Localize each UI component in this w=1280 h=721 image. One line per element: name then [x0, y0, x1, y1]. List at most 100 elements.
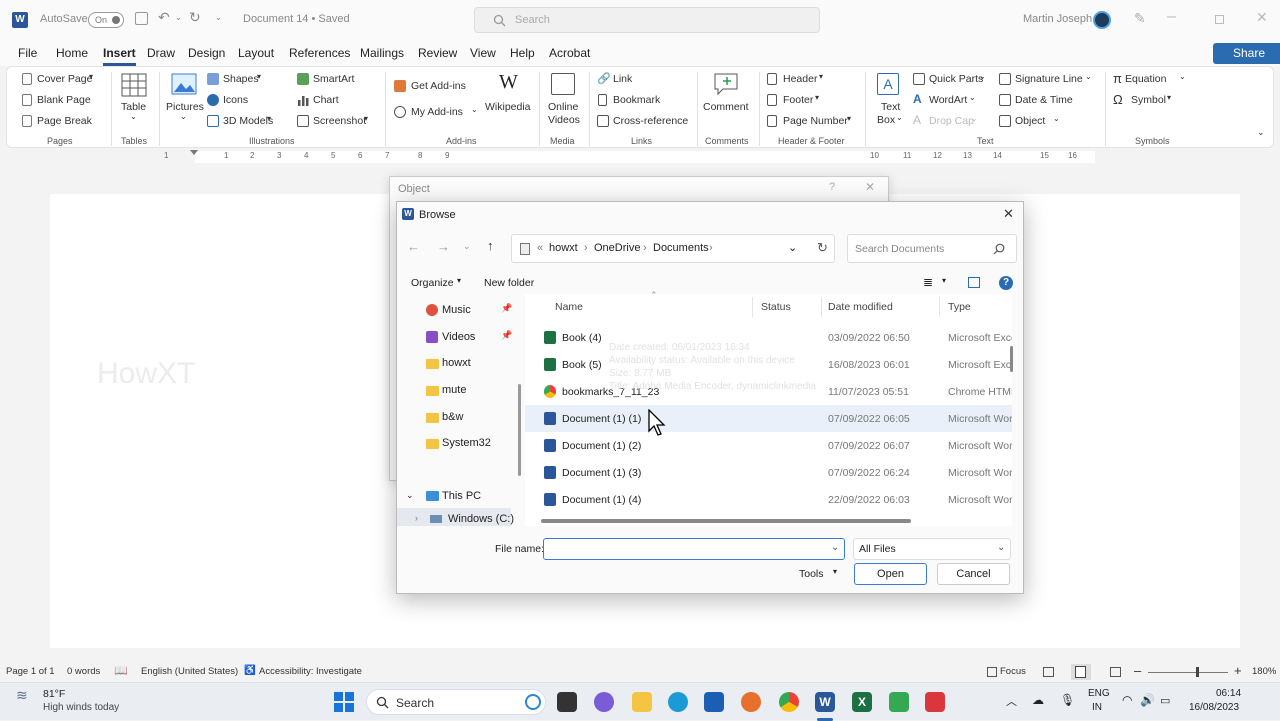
zoom-level[interactable]: 180% [1252, 666, 1276, 677]
table-row[interactable]: Document (1) (2) 07/09/2022 06:07 Micros… [525, 432, 1012, 459]
breadcrumb-overflow[interactable]: « [537, 242, 543, 254]
chevron-down-icon[interactable]: ⌄ [969, 93, 976, 102]
undo-icon[interactable]: ↶ [158, 9, 170, 26]
tab-insert[interactable]: Insert [103, 46, 136, 66]
nav-item-howxt[interactable]: howxt [442, 357, 471, 369]
nav-item-music[interactable]: Music [442, 304, 471, 316]
focus-button[interactable]: Focus [1000, 666, 1026, 677]
object-button[interactable]: Object [1015, 115, 1045, 127]
bookmark-button[interactable]: Bookmark [613, 94, 660, 106]
column-header-date-modified[interactable]: Date modified [828, 301, 893, 313]
chevron-down-icon[interactable]: ▾ [833, 567, 837, 576]
symbol-button[interactable]: Symbol [1131, 94, 1166, 106]
new-folder-button[interactable]: New folder [484, 277, 534, 289]
page-number-button[interactable]: Page Number [783, 115, 848, 127]
text-box-label-1[interactable]: Text [881, 101, 900, 113]
chrome-icon[interactable] [779, 692, 799, 712]
teams-chat-icon[interactable] [594, 692, 614, 712]
nav-item-this-pc[interactable]: This PC [442, 490, 481, 502]
clock-date[interactable]: 16/08/2023 [1189, 702, 1239, 713]
open-button[interactable]: Open [854, 563, 927, 585]
nav-item-bw[interactable]: b&w [442, 411, 463, 423]
chevron-down-icon[interactable]: ▾ [942, 276, 946, 285]
chevron-down-icon[interactable]: ⌄ [1053, 114, 1060, 123]
chevron-down-icon[interactable]: ⌄ [979, 72, 986, 81]
chevron-down-icon[interactable]: ▾ [267, 114, 271, 123]
print-layout-icon[interactable] [1075, 666, 1086, 678]
word-count[interactable]: 0 words [67, 666, 100, 677]
undo-dropdown-icon[interactable]: ⌄ [175, 13, 182, 22]
tools-button[interactable]: Tools [799, 568, 824, 580]
tab-help[interactable]: Help [510, 46, 535, 60]
tab-references[interactable]: References [289, 46, 350, 60]
forward-arrow-icon[interactable]: → [437, 239, 450, 254]
pen-icon[interactable]: ✎ [1134, 10, 1146, 27]
tab-layout[interactable]: Layout [238, 46, 274, 60]
document-title[interactable]: Document 14 • Saved [243, 13, 350, 25]
show-hidden-icons[interactable]: ︿ [1006, 693, 1017, 709]
table-row[interactable]: Book (4) 03/09/2022 06:50 Microsoft Exce [525, 324, 1012, 351]
microphone-icon[interactable]: 🎙 [1060, 693, 1075, 707]
expand-arrow-icon[interactable]: › [415, 513, 418, 523]
blank-page-button[interactable]: Blank Page [37, 94, 91, 106]
address-bar[interactable]: « howxt › OneDrive › Documents › ⌄ ↻ [511, 234, 835, 263]
organize-button[interactable]: Organize [411, 277, 454, 289]
chevron-down-icon[interactable]: ⌄ [1179, 72, 1186, 81]
header-button[interactable]: Header [783, 73, 817, 85]
get-addins-button[interactable]: Get Add-ins [411, 80, 466, 92]
my-addins-button[interactable]: My Add-ins [411, 106, 463, 118]
excel-taskbar-icon[interactable]: X [852, 692, 872, 712]
tab-acrobat[interactable]: Acrobat [549, 46, 590, 60]
language-indicator-1[interactable]: ENG [1088, 688, 1110, 699]
word-logo-icon[interactable]: W [12, 12, 28, 28]
collapse-ribbon-icon[interactable]: ⌄ [1257, 127, 1265, 138]
save-icon[interactable] [135, 12, 148, 25]
chart-button[interactable]: Chart [313, 94, 339, 106]
up-arrow-icon[interactable]: ↑ [487, 238, 494, 253]
help-icon[interactable]: ? [999, 276, 1013, 290]
close-window-icon[interactable]: ✕ [1256, 9, 1268, 26]
shapes-button[interactable]: Shapes [223, 73, 259, 85]
store-icon[interactable] [704, 692, 724, 712]
drop-cap-button[interactable]: Drop Cap [929, 115, 974, 127]
tab-draw[interactable]: Draw [147, 46, 175, 60]
redo-icon[interactable]: ↻ [189, 9, 201, 26]
word-taskbar-icon[interactable]: W [815, 692, 835, 712]
tab-review[interactable]: Review [418, 46, 457, 60]
avatar[interactable] [1093, 11, 1111, 29]
chevron-down-icon[interactable]: ▾ [457, 276, 461, 285]
close-icon[interactable]: ✕ [865, 180, 875, 194]
weather-desc[interactable]: High winds today [43, 702, 119, 713]
breadcrumb-howxt[interactable]: howxt [549, 242, 578, 254]
quick-parts-button[interactable]: Quick Parts [929, 73, 983, 85]
breadcrumb-onedrive[interactable]: OneDrive [594, 242, 640, 254]
tab-file[interactable]: File [18, 46, 37, 60]
tab-home[interactable]: Home [56, 46, 88, 60]
minimize-icon[interactable]: – [1167, 8, 1176, 26]
chevron-down-icon[interactable]: ▾ [89, 72, 93, 81]
maximize-icon[interactable] [1215, 15, 1224, 24]
table-row[interactable]: Document (1) (3) 07/09/2022 06:24 Micros… [525, 459, 1012, 486]
footer-button[interactable]: Footer [783, 94, 813, 106]
accessibility-status[interactable]: Accessibility: Investigate [259, 666, 362, 677]
chevron-down-icon[interactable]: ⌄ [1085, 72, 1092, 81]
page-count[interactable]: Page 1 of 1 [6, 666, 55, 677]
task-view-icon[interactable] [557, 692, 577, 712]
signature-line-button[interactable]: Signature Line [1015, 73, 1083, 85]
column-header-name[interactable]: Name [555, 301, 583, 313]
nav-item-system32[interactable]: System32 [442, 437, 491, 449]
start-icon[interactable] [334, 692, 354, 712]
close-icon[interactable]: ✕ [1003, 206, 1014, 222]
wifi-icon[interactable]: ◠ [1122, 693, 1132, 707]
autosave-toggle[interactable]: On [88, 12, 124, 28]
search-box[interactable]: Search [474, 7, 820, 33]
cross-reference-button[interactable]: Cross-reference [613, 115, 688, 127]
edge-icon[interactable] [668, 692, 688, 712]
preview-pane-icon[interactable] [968, 277, 980, 288]
zoom-slider-thumb[interactable] [1196, 667, 1199, 677]
page-break-button[interactable]: Page Break [37, 115, 92, 127]
chevron-down-icon[interactable]: ▾ [847, 114, 851, 123]
taskbar-search[interactable]: Search [366, 689, 546, 715]
zoom-out-icon[interactable]: – [1134, 663, 1141, 678]
user-name[interactable]: Martin Joseph [1023, 13, 1092, 25]
